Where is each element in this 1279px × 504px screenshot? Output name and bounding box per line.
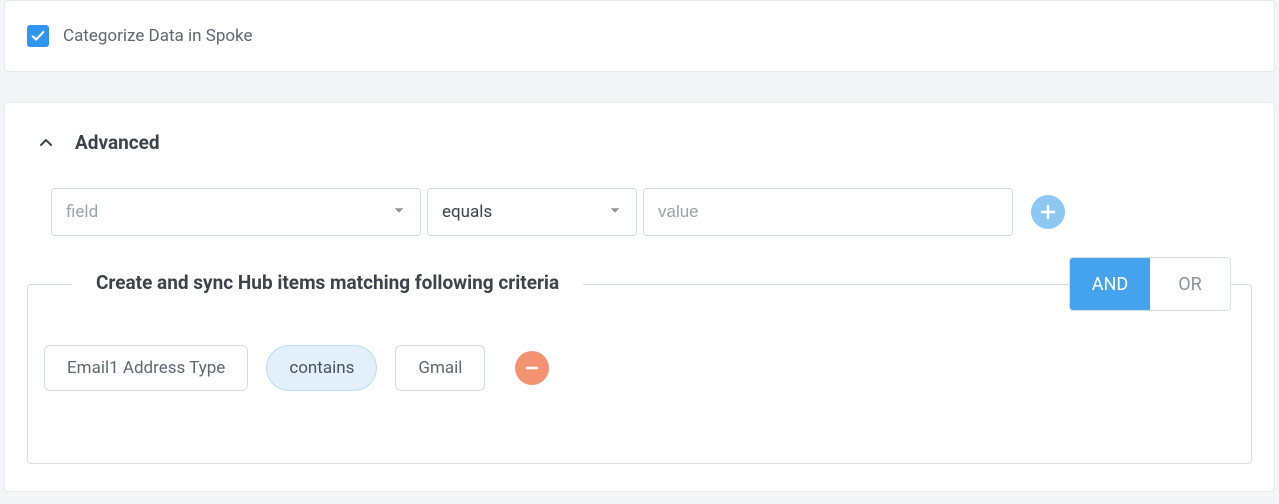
caret-down-icon [392, 202, 406, 222]
operator-select[interactable]: equals [427, 188, 637, 236]
categorize-label: Categorize Data in Spoke [63, 26, 253, 46]
advanced-title: Advanced [75, 131, 160, 154]
field-select-placeholder: field [66, 202, 98, 222]
filter-builder-row: field equals [5, 170, 1274, 254]
logic-or-button[interactable]: OR [1150, 258, 1230, 310]
advanced-header: Advanced [5, 123, 1274, 170]
categorize-panel: Categorize Data in Spoke [4, 0, 1275, 72]
criteria-title: Create and sync Hub items matching follo… [72, 271, 583, 294]
categorize-checkbox[interactable] [27, 25, 49, 47]
minus-icon [524, 360, 540, 376]
operator-select-value: equals [442, 202, 492, 222]
field-select[interactable]: field [51, 188, 421, 236]
remove-criteria-button[interactable] [515, 351, 549, 385]
collapse-toggle[interactable] [35, 132, 57, 154]
advanced-panel: Advanced field equals Create and sync Hu… [4, 102, 1275, 492]
chevron-up-icon [38, 135, 54, 151]
criteria-field-chip[interactable]: Email1 Address Type [44, 345, 248, 391]
criteria-row: Email1 Address Type contains Gmail [44, 345, 1235, 391]
value-input[interactable] [643, 188, 1013, 236]
criteria-operator-chip[interactable]: contains [266, 345, 377, 391]
logic-and-button[interactable]: AND [1070, 258, 1150, 310]
logic-toggle: AND OR [1069, 257, 1231, 311]
criteria-box: Create and sync Hub items matching follo… [27, 284, 1252, 464]
check-icon [31, 29, 45, 43]
criteria-value-chip[interactable]: Gmail [395, 345, 485, 391]
caret-down-icon [608, 202, 622, 222]
plus-icon [1040, 204, 1056, 220]
add-filter-button[interactable] [1031, 195, 1065, 229]
